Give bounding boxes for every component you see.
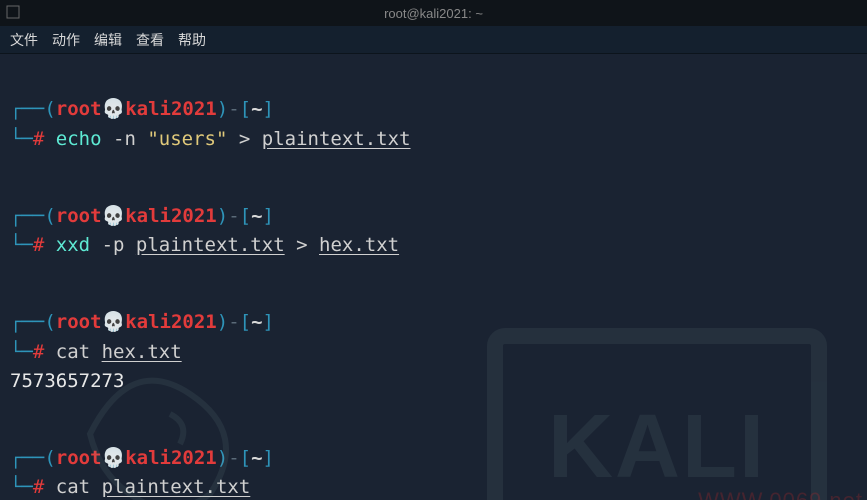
prompt-corner-bot: └─ [10, 341, 33, 363]
prompt-user: root [56, 98, 102, 120]
prompt-corner-bot: └─ [10, 476, 33, 498]
command-name: xxd [56, 234, 90, 256]
prompt-cwd: ~ [251, 205, 262, 227]
prompt-user: root [56, 311, 102, 333]
prompt-cwd: ~ [251, 311, 262, 333]
prompt-host: kali2021 [125, 311, 217, 333]
menu-action[interactable]: 动作 [52, 30, 80, 50]
command-name: cat [56, 341, 90, 363]
command-flag: -n [113, 128, 136, 150]
filename: hex.txt [319, 234, 399, 256]
app-icon [6, 5, 20, 19]
prompt-corner-top: ┌── [10, 98, 44, 120]
skull-icon: 💀 [102, 98, 126, 120]
command-output: 7573657273 [10, 370, 124, 392]
command-string-arg: "users" [147, 128, 227, 150]
terminal-block: ┌──(root💀kali2021)-[~] └─# xxd -p plaint… [10, 172, 857, 260]
skull-icon: 💀 [102, 205, 126, 227]
filename: plaintext.txt [262, 128, 411, 150]
command-flag: -p [102, 234, 125, 256]
prompt-corner-top: ┌── [10, 311, 44, 333]
prompt-dash: - [228, 98, 239, 120]
filename: plaintext.txt [136, 234, 285, 256]
prompt-user: root [56, 447, 102, 469]
prompt-corner-bot: └─ [10, 128, 33, 150]
menu-view[interactable]: 查看 [136, 30, 164, 50]
terminal-block: ┌──(root💀kali2021)-[~] └─# cat hex.txt 7… [10, 279, 857, 397]
terminal-block: ┌──(root💀kali2021)-[~] └─# echo -n "user… [10, 66, 857, 154]
prompt-rbrack: ] [263, 98, 274, 120]
prompt-host: kali2021 [125, 205, 217, 227]
prompt-hash: # [33, 234, 44, 256]
command-name: echo [56, 128, 102, 150]
prompt-cwd: ~ [251, 447, 262, 469]
prompt-rparen: ) [217, 98, 228, 120]
redirect-symbol: > [239, 128, 250, 150]
filename: hex.txt [102, 341, 182, 363]
prompt-corner-top: ┌── [10, 205, 44, 227]
prompt-host: kali2021 [125, 98, 217, 120]
prompt-cwd: ~ [251, 98, 262, 120]
menu-help[interactable]: 帮助 [178, 30, 206, 50]
prompt-hash: # [33, 476, 44, 498]
prompt-lparen: ( [44, 98, 55, 120]
prompt-user: root [56, 205, 102, 227]
terminal-area[interactable]: KALI ┌──(root💀kali2021)-[~] └─# echo -n … [0, 54, 867, 500]
prompt-corner-top: ┌── [10, 447, 44, 469]
prompt-host: kali2021 [125, 447, 217, 469]
prompt-hash: # [33, 128, 44, 150]
command-name: cat [56, 476, 90, 498]
menu-edit[interactable]: 编辑 [94, 30, 122, 50]
menu-bar: 文件 动作 编辑 查看 帮助 [0, 26, 867, 54]
prompt-corner-bot: └─ [10, 234, 33, 256]
menu-file[interactable]: 文件 [10, 30, 38, 50]
skull-icon: 💀 [102, 311, 126, 333]
window-title: root@kali2021: ~ [384, 6, 483, 21]
prompt-lbrack: [ [240, 98, 251, 120]
url-watermark: WWW.0069.net [698, 484, 863, 500]
filename: plaintext.txt [102, 476, 251, 498]
window-titlebar: root@kali2021: ~ [0, 0, 867, 26]
prompt-hash: # [33, 341, 44, 363]
redirect-symbol: > [296, 234, 307, 256]
skull-icon: 💀 [102, 447, 126, 469]
